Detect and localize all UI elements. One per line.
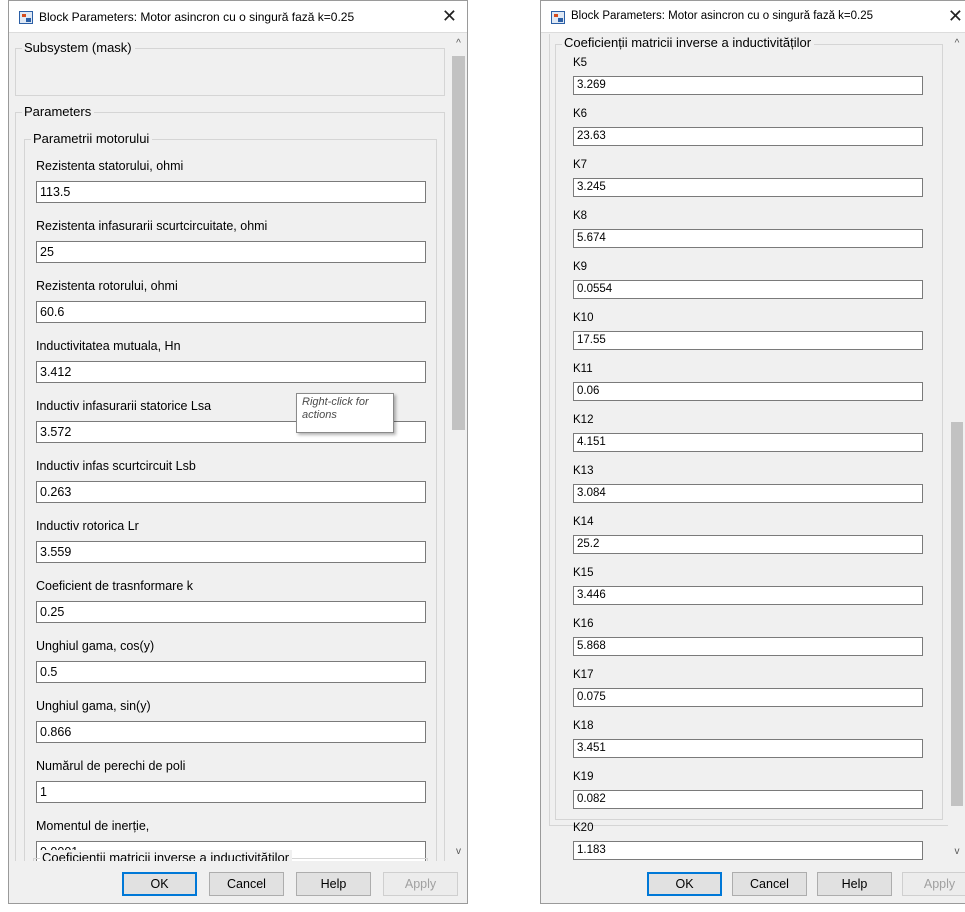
title-bar: Block Parameters: Motor asincron cu o si… xyxy=(9,1,467,33)
param-label: K12 xyxy=(573,414,594,426)
block-parameters-dialog-right: Block Parameters: Motor asincron cu o si… xyxy=(540,0,965,904)
param-input[interactable]: 113.5 xyxy=(36,181,426,203)
param-input[interactable]: 25.2 xyxy=(573,535,923,554)
param-label: K13 xyxy=(573,465,594,477)
param-input[interactable]: 3.446 xyxy=(573,586,923,605)
scroll-up-icon[interactable]: ^ xyxy=(948,38,965,49)
cancel-button[interactable]: Cancel xyxy=(209,872,284,896)
param-label: K16 xyxy=(573,618,594,630)
param-input[interactable]: 1 xyxy=(36,781,426,803)
button-bar: OK Cancel Help Apply xyxy=(9,861,467,903)
param-label: Inductiv infas scurtcircuit Lsb xyxy=(36,459,196,473)
ok-button[interactable]: OK xyxy=(647,872,722,896)
param-label: K9 xyxy=(573,261,588,273)
param-input[interactable]: 4.151 xyxy=(573,433,923,452)
param-label: K6 xyxy=(573,108,588,120)
window-title: Block Parameters: Motor asincron cu o si… xyxy=(571,10,874,22)
cancel-button[interactable]: Cancel xyxy=(732,872,807,896)
apply-button[interactable]: Apply xyxy=(902,872,965,896)
help-button[interactable]: Help xyxy=(817,872,892,896)
param-label: K7 xyxy=(573,159,588,171)
ok-button[interactable]: OK xyxy=(122,872,197,896)
param-label: Momentul de inerție, xyxy=(36,819,150,833)
simulink-block-icon xyxy=(19,11,33,24)
param-input[interactable]: 3.451 xyxy=(573,739,923,758)
scrollbar-thumb[interactable] xyxy=(452,56,465,430)
param-label: Inductiv rotorica Lr xyxy=(36,519,139,533)
param-input[interactable]: 0.0554 xyxy=(573,280,923,299)
param-label: K11 xyxy=(573,363,593,375)
apply-button[interactable]: Apply xyxy=(383,872,458,896)
param-label: K14 xyxy=(573,516,594,528)
param-label: Rezistenta statorului, ohmi xyxy=(36,159,184,173)
param-input[interactable]: 23.63 xyxy=(573,127,923,146)
close-icon[interactable]: ✕ xyxy=(948,6,963,26)
param-input[interactable]: 3.084 xyxy=(573,484,923,503)
param-label: Unghiul gama, cos(y) xyxy=(36,639,155,653)
button-bar: OK Cancel Help Apply xyxy=(541,861,965,903)
param-input[interactable]: 60.6 xyxy=(36,301,426,323)
dialog-content: Coeficienții matricii inverse a inductiv… xyxy=(541,34,965,861)
param-label: Coeficient de trasnformare k xyxy=(36,579,194,593)
vertical-scrollbar[interactable]: ^ v xyxy=(948,34,965,861)
help-button[interactable]: Help xyxy=(296,872,371,896)
param-label: Numărul de perechi de poli xyxy=(36,759,186,773)
param-label: K5 xyxy=(573,57,588,69)
param-input[interactable]: 5.868 xyxy=(573,637,923,656)
param-label: Inductivitatea mutuala, Hn xyxy=(36,339,181,353)
scroll-down-icon[interactable]: v xyxy=(450,846,467,857)
param-label: K17 xyxy=(573,669,594,681)
param-input[interactable]: 0.5 xyxy=(36,661,426,683)
param-label: K10 xyxy=(573,312,594,324)
inverse-matrix-legend: Coeficienții matricii inverse a inductiv… xyxy=(562,35,815,50)
param-input[interactable]: 0.866 xyxy=(36,721,426,743)
param-input[interactable]: 3.412 xyxy=(36,361,426,383)
scroll-down-icon[interactable]: v xyxy=(948,846,965,857)
param-label: K20 xyxy=(573,822,594,834)
param-input[interactable]: 3.245 xyxy=(573,178,923,197)
vertical-scrollbar[interactable]: ^ v xyxy=(450,34,467,861)
subsystem-mask-legend: Subsystem (mask) xyxy=(22,40,135,55)
param-input[interactable]: 0.25 xyxy=(36,601,426,623)
dialog-content: Subsystem (mask) Parameters Parametrii m… xyxy=(9,34,467,861)
param-input[interactable]: 3.559 xyxy=(36,541,426,563)
param-label: K15 xyxy=(573,567,594,579)
param-label: K19 xyxy=(573,771,594,783)
scrollbar-thumb[interactable] xyxy=(951,422,963,806)
subsystem-mask-group: Subsystem (mask) xyxy=(15,40,445,96)
param-label: Rezistenta rotorului, ohmi xyxy=(36,279,178,293)
param-input[interactable]: 0.075 xyxy=(573,688,923,707)
window-title: Block Parameters: Motor asincron cu o si… xyxy=(39,10,355,24)
param-input[interactable]: 1.183 xyxy=(573,841,923,860)
simulink-block-icon xyxy=(551,11,565,24)
param-input[interactable]: 25 xyxy=(36,241,426,263)
param-input[interactable]: 17.55 xyxy=(573,331,923,350)
param-input[interactable]: 0.263 xyxy=(36,481,426,503)
param-label: Unghiul gama, sin(y) xyxy=(36,699,151,713)
block-parameters-dialog-left: Block Parameters: Motor asincron cu o si… xyxy=(8,0,468,904)
param-input[interactable]: 0.06 xyxy=(573,382,923,401)
param-input[interactable]: 3.269 xyxy=(573,76,923,95)
param-label: Inductiv infasurarii statorice Lsa xyxy=(36,399,212,413)
scroll-up-icon[interactable]: ^ xyxy=(450,38,467,49)
title-bar: Block Parameters: Motor asincron cu o si… xyxy=(541,1,965,33)
close-icon[interactable]: ✕ xyxy=(442,6,457,26)
inverse-matrix-legend: Coeficienții matricii inverse a inductiv… xyxy=(40,850,293,861)
param-label: K18 xyxy=(573,720,594,732)
param-input[interactable]: 0.082 xyxy=(573,790,923,809)
param-input[interactable]: 5.674 xyxy=(573,229,923,248)
motor-parameters-legend: Parametrii motorului xyxy=(31,131,153,146)
right-click-tooltip: Right-click for actions xyxy=(296,393,394,433)
param-label: Rezistenta infasurarii scurtcircuitate, … xyxy=(36,219,268,233)
parameters-legend: Parameters xyxy=(22,104,95,119)
param-label: K8 xyxy=(573,210,588,222)
